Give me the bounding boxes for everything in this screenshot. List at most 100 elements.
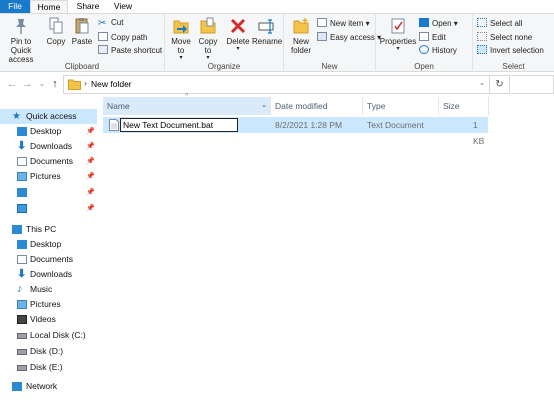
nav-label: Desktop: [30, 239, 62, 249]
column-date-modified[interactable]: Date modified: [271, 97, 363, 115]
nav-quick-pictures[interactable]: Pictures 📌: [0, 169, 97, 184]
copy-path-icon: [98, 32, 108, 41]
pin-icon[interactable]: 📌: [86, 154, 95, 169]
nav-label: Videos: [30, 314, 56, 324]
forward-arrow-icon[interactable]: →: [20, 77, 34, 91]
refresh-icon[interactable]: ↻: [490, 75, 510, 94]
edit-button[interactable]: Edit: [419, 32, 446, 43]
nav-pc-desktop[interactable]: Desktop: [0, 237, 97, 252]
nav-label: Documents: [30, 254, 73, 264]
column-dropdown-icon[interactable]: ⌄: [261, 97, 267, 115]
nav-pc-downloads[interactable]: ⬇ Downloads: [0, 267, 97, 282]
pictures-icon: [17, 300, 27, 309]
rename-input[interactable]: [120, 118, 238, 132]
copy-path-label: Copy path: [111, 33, 148, 42]
easy-access-button[interactable]: Easy access ▾: [317, 32, 381, 43]
nav-network[interactable]: Network: [0, 379, 97, 394]
rename-icon: [258, 19, 274, 34]
nav-this-pc[interactable]: This PC: [0, 222, 97, 237]
nav-quick-access[interactable]: ★ Quick access: [0, 109, 97, 124]
new-item-label: New item: [330, 19, 364, 28]
address-dropdown-icon[interactable]: ⌄: [479, 79, 485, 87]
nav-label: Pictures: [30, 299, 61, 309]
column-size[interactable]: Size: [439, 97, 489, 115]
nav-label: This PC: [26, 224, 57, 234]
paste-shortcut-label: Paste shortcut: [111, 46, 163, 55]
select-all-button[interactable]: Select all: [477, 18, 522, 29]
pin-quick-access-button[interactable]: Pin to Quick access: [0, 17, 42, 64]
pin-icon[interactable]: 📌: [86, 185, 95, 200]
invert-selection-button[interactable]: Invert selection: [477, 45, 544, 56]
copy-to-button[interactable]: Copy to ▾: [195, 17, 221, 61]
tab-share[interactable]: Share: [72, 0, 104, 13]
drive-icon: [17, 365, 27, 371]
delete-icon: [230, 18, 246, 34]
column-name[interactable]: Name ⌄: [103, 97, 271, 115]
nav-pc-music[interactable]: ♪ Music: [0, 282, 97, 297]
nav-pc-disk-e[interactable]: Disk (E:): [0, 360, 97, 375]
folder-icon: [68, 79, 81, 90]
download-icon: ⬇: [17, 268, 27, 280]
pin-quick-access-label: Pin to Quick access: [8, 37, 34, 64]
copy-button[interactable]: Copy: [44, 17, 68, 46]
scissors-icon: ✂: [98, 18, 107, 29]
open-icon: [419, 18, 429, 27]
delete-label: Delete: [226, 37, 250, 46]
delete-button[interactable]: Delete ▾: [225, 17, 251, 52]
properties-label: Properties: [379, 37, 417, 46]
new-folder-button[interactable]: New folder: [288, 17, 314, 55]
up-arrow-icon[interactable]: ↑: [48, 77, 62, 91]
nav-pc-documents[interactable]: Documents: [0, 252, 97, 267]
nav-pc-videos[interactable]: Videos: [0, 312, 97, 327]
pin-icon: [16, 19, 26, 34]
videos-icon: [17, 315, 27, 324]
history-icon: [419, 45, 429, 54]
history-button[interactable]: History: [419, 45, 457, 56]
nav-quick-unnamed-1[interactable]: 📌: [0, 185, 97, 200]
cut-button[interactable]: ✂ Cut: [98, 18, 123, 29]
move-to-button[interactable]: Move to ▾: [168, 17, 194, 61]
paste-shortcut-button[interactable]: Paste shortcut: [98, 45, 162, 56]
nav-pc-pictures[interactable]: Pictures: [0, 297, 97, 312]
properties-button[interactable]: Properties ▾: [378, 17, 418, 52]
open-button[interactable]: Open ▾: [419, 18, 458, 29]
drive-icon: [17, 349, 27, 355]
new-group: New folder New item ▾ Easy access ▾ New: [284, 14, 381, 72]
column-header: ^ Name ⌄ Date modified Type Size: [103, 93, 554, 115]
nav-quick-documents[interactable]: Documents 📌: [0, 154, 97, 169]
nav-quick-unnamed-2[interactable]: 📌: [0, 201, 97, 216]
music-icon: ♪: [17, 283, 23, 295]
table-row[interactable]: 8/2/2021 1:28 PM Text Document 1 KB: [103, 117, 488, 146]
recent-locations-chevron-icon[interactable]: ⌄: [35, 77, 49, 91]
copy-path-button[interactable]: Copy path: [98, 32, 147, 43]
invert-selection-label: Invert selection: [490, 46, 544, 55]
pin-icon[interactable]: 📌: [86, 124, 95, 139]
nav-pc-local-disk-c[interactable]: Local Disk (C:): [0, 328, 97, 343]
address-bar[interactable]: › New folder ⌄: [63, 75, 490, 94]
edit-label: Edit: [432, 33, 446, 42]
rename-button[interactable]: Rename: [252, 17, 282, 46]
new-item-button[interactable]: New item ▾: [317, 18, 370, 29]
pin-icon[interactable]: 📌: [86, 169, 95, 184]
star-icon: ★: [12, 111, 21, 122]
nav-quick-downloads[interactable]: ⬇ Downloads 📌: [0, 139, 97, 154]
select-none-icon: [477, 32, 487, 41]
desktop-icon: [17, 240, 27, 249]
nav-pc-disk-d[interactable]: Disk (D:): [0, 344, 97, 359]
nav-quick-desktop[interactable]: Desktop 📌: [0, 124, 97, 139]
paste-button[interactable]: Paste: [70, 17, 94, 46]
back-arrow-icon[interactable]: ←: [5, 77, 19, 91]
tab-view[interactable]: View: [108, 0, 138, 13]
breadcrumb-current-folder[interactable]: New folder: [91, 79, 132, 89]
column-type[interactable]: Type: [363, 97, 439, 115]
tab-file[interactable]: File: [0, 0, 30, 13]
pin-icon[interactable]: 📌: [86, 139, 95, 154]
nav-label: Documents: [30, 156, 73, 166]
organize-group: Move to ▾ Copy to ▾ Delete ▾ Rename Orga…: [165, 14, 284, 72]
search-input[interactable]: [511, 75, 554, 94]
edit-icon: [419, 32, 429, 41]
tab-home[interactable]: Home: [30, 0, 68, 13]
paste-shortcut-icon: [98, 45, 108, 54]
select-none-button[interactable]: Select none: [477, 32, 532, 43]
pin-icon[interactable]: 📌: [86, 201, 95, 216]
